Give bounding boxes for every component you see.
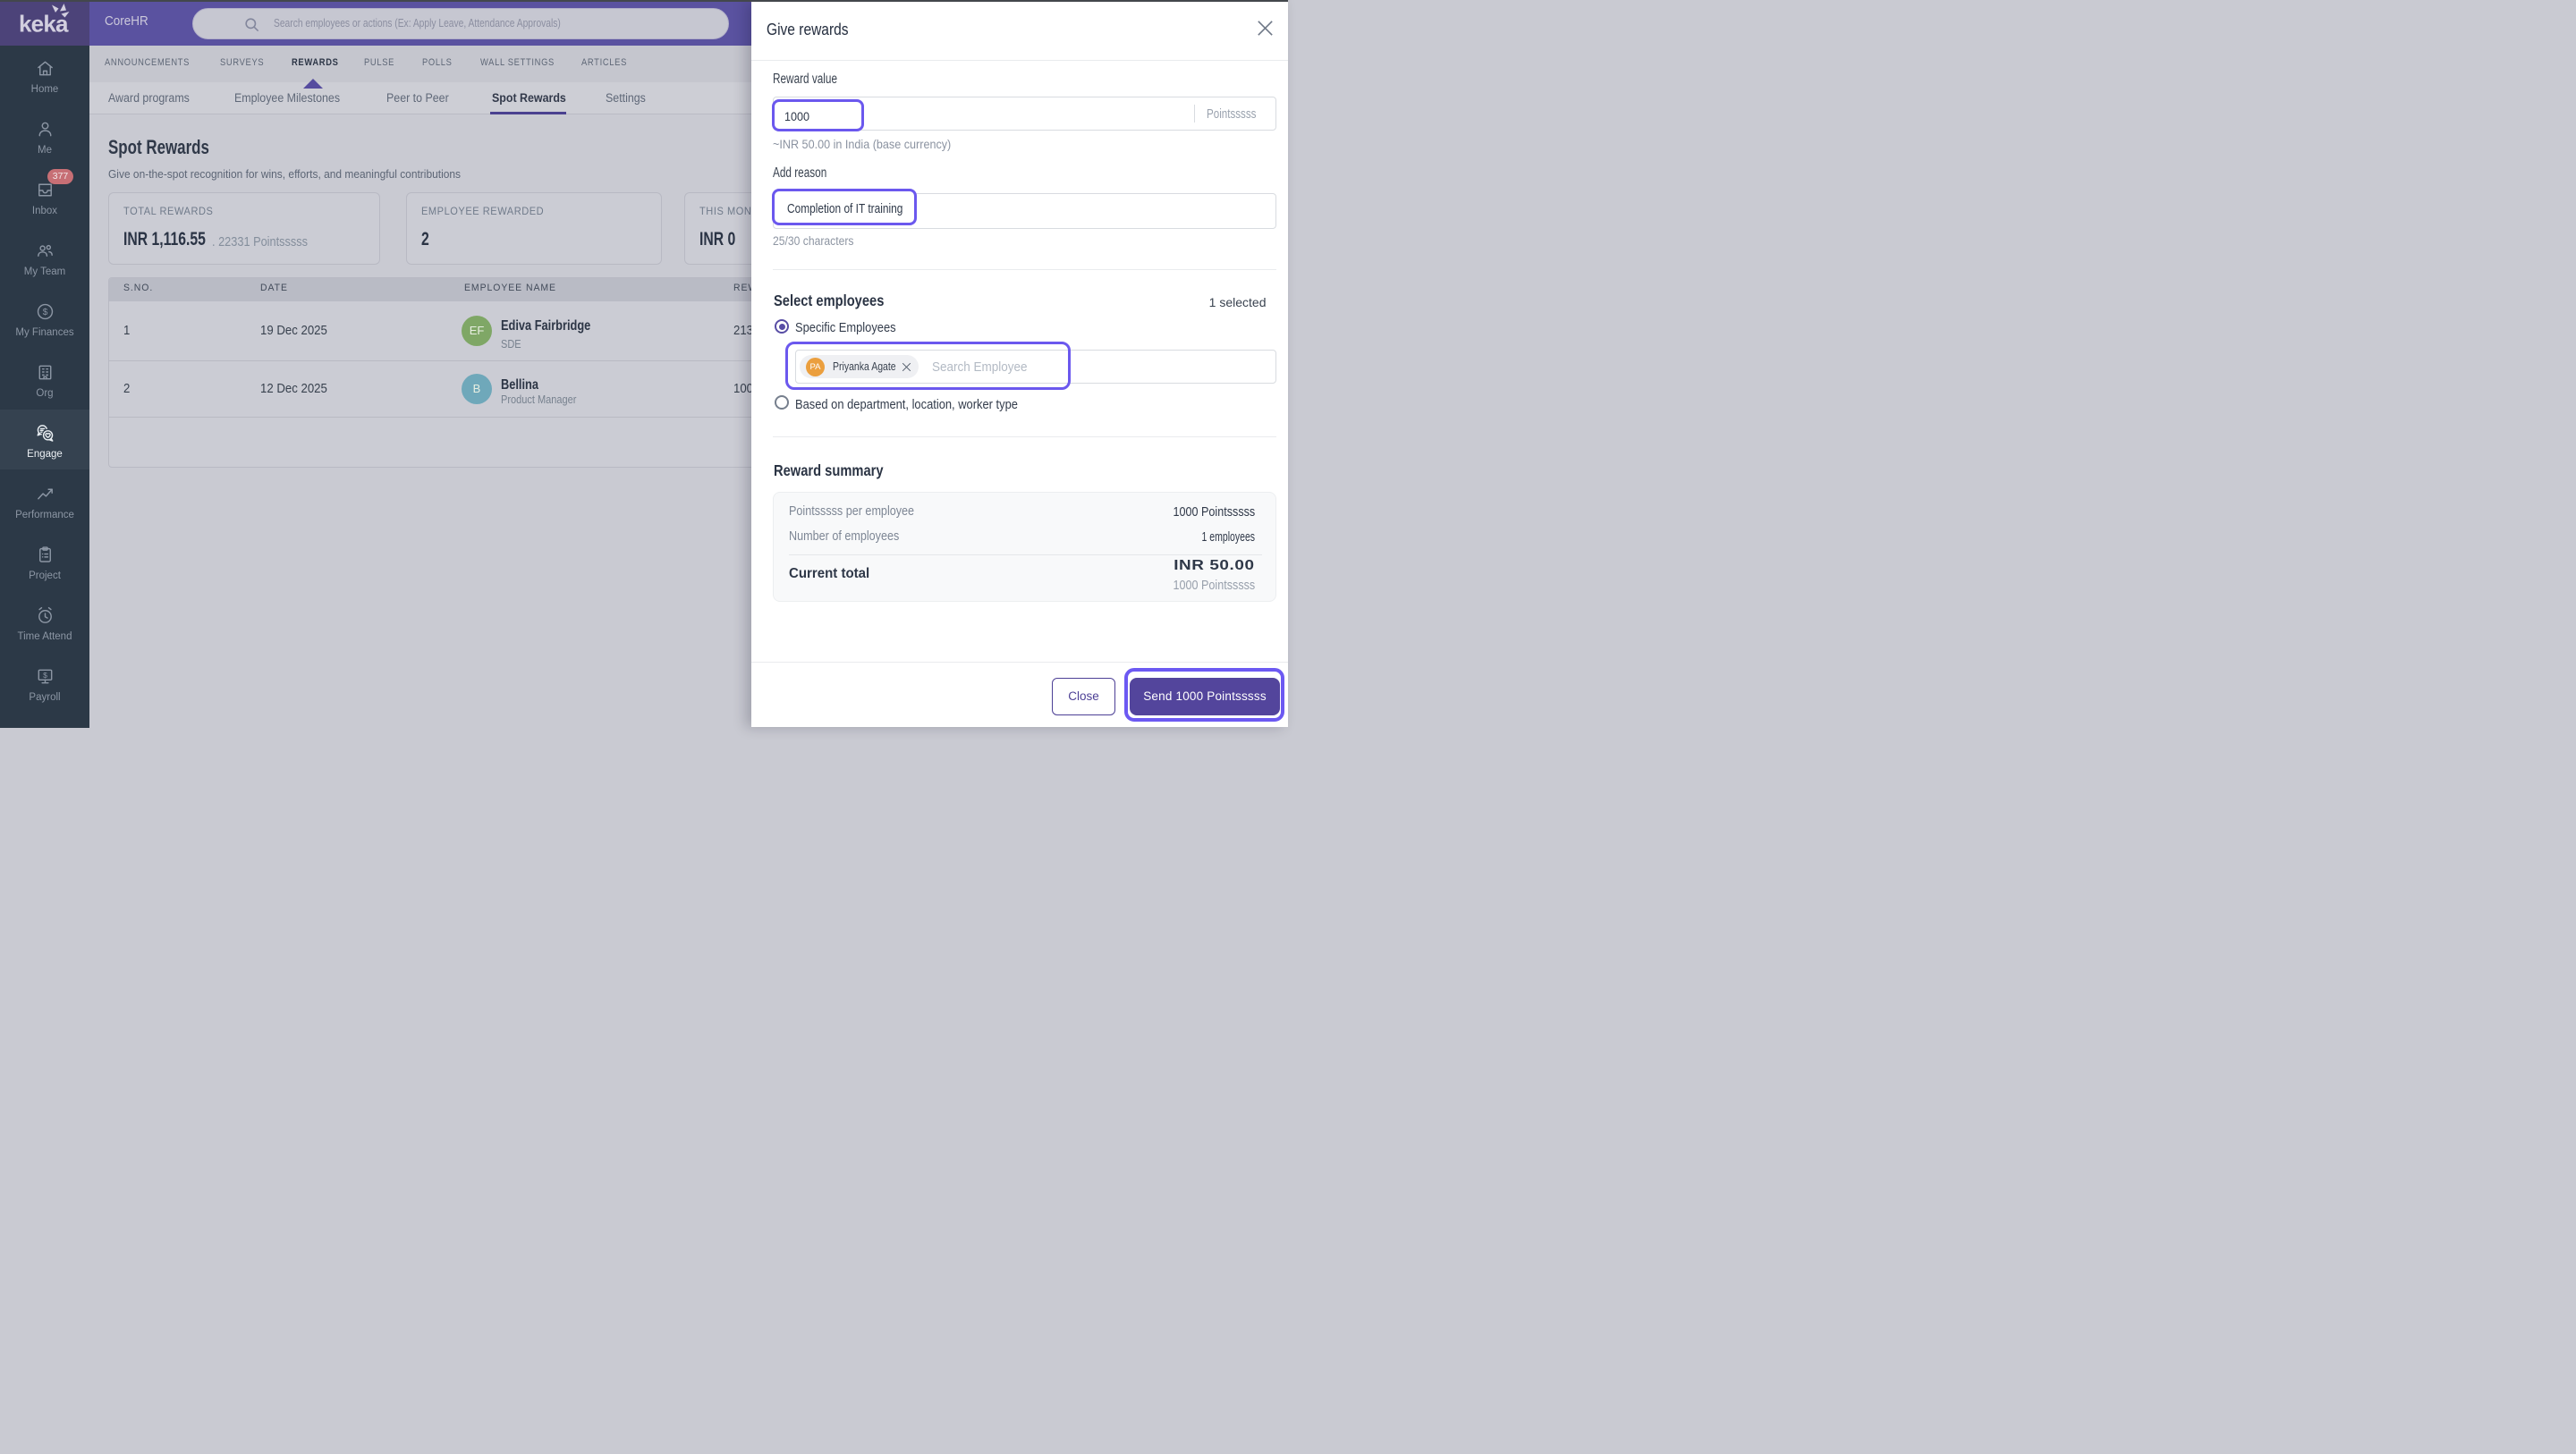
svg-text:keka: keka xyxy=(19,11,69,38)
svg-text:$: $ xyxy=(42,308,47,317)
svg-text:$: $ xyxy=(43,671,47,680)
